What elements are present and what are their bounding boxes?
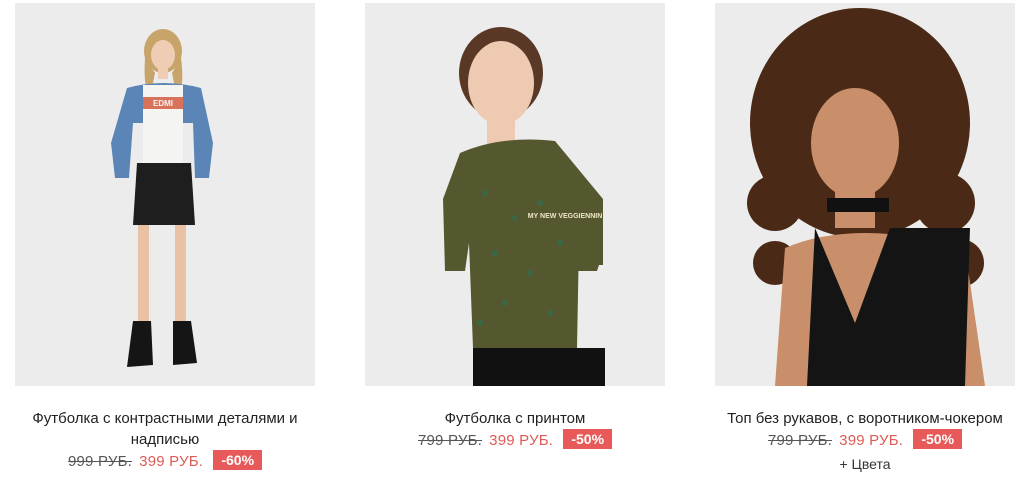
old-price: 999 РУБ.: [67, 453, 132, 470]
product-card[interactable]: EDMI Футболка с контрастными деталями и …: [15, 0, 315, 473]
product-card[interactable]: MY NEW VEGGIENNIN Футболка с принтом 799…: [365, 0, 665, 452]
sale-price: 399 РУБ.: [839, 432, 904, 449]
old-price: 799 РУБ.: [767, 432, 832, 449]
discount-badge: -60%: [213, 450, 263, 470]
model-green-tee-image: MY NEW VEGGIENNIN: [365, 3, 665, 386]
product-image[interactable]: EDMI: [15, 3, 315, 386]
tee-print-text: MY NEW VEGGIENNIN: [528, 213, 603, 220]
old-price: 799 РУБ.: [417, 432, 482, 449]
product-image[interactable]: [715, 3, 1015, 386]
product-card[interactable]: Топ без рукавов, с воротником-чокером 79…: [715, 0, 1015, 472]
sale-price: 399 РУБ.: [139, 453, 204, 470]
product-image[interactable]: MY NEW VEGGIENNIN: [365, 3, 665, 386]
product-grid: EDMI Футболка с контрастными деталями и …: [0, 0, 1023, 485]
product-title[interactable]: Футболка с контрастными деталями и надпи…: [25, 408, 305, 450]
product-title[interactable]: Топ без рукавов, с воротником-чокером: [725, 408, 1005, 429]
discount-badge: -50%: [563, 429, 613, 449]
price-row: 999 РУБ. 399 РУБ. -60%: [15, 450, 315, 473]
model-denim-jacket-image: EDMI: [15, 3, 315, 386]
price-row: 799 РУБ. 399 РУБ. -50%: [365, 429, 665, 452]
discount-badge: -50%: [913, 429, 963, 449]
more-colors-link[interactable]: + Цвета: [715, 456, 1015, 472]
tee-print-text: EDMI: [153, 99, 173, 108]
price-row: 799 РУБ. 399 РУБ. -50%: [715, 429, 1015, 452]
sale-price: 399 РУБ.: [489, 432, 554, 449]
product-title[interactable]: Футболка с принтом: [375, 408, 655, 429]
model-black-top-image: [715, 3, 1015, 386]
